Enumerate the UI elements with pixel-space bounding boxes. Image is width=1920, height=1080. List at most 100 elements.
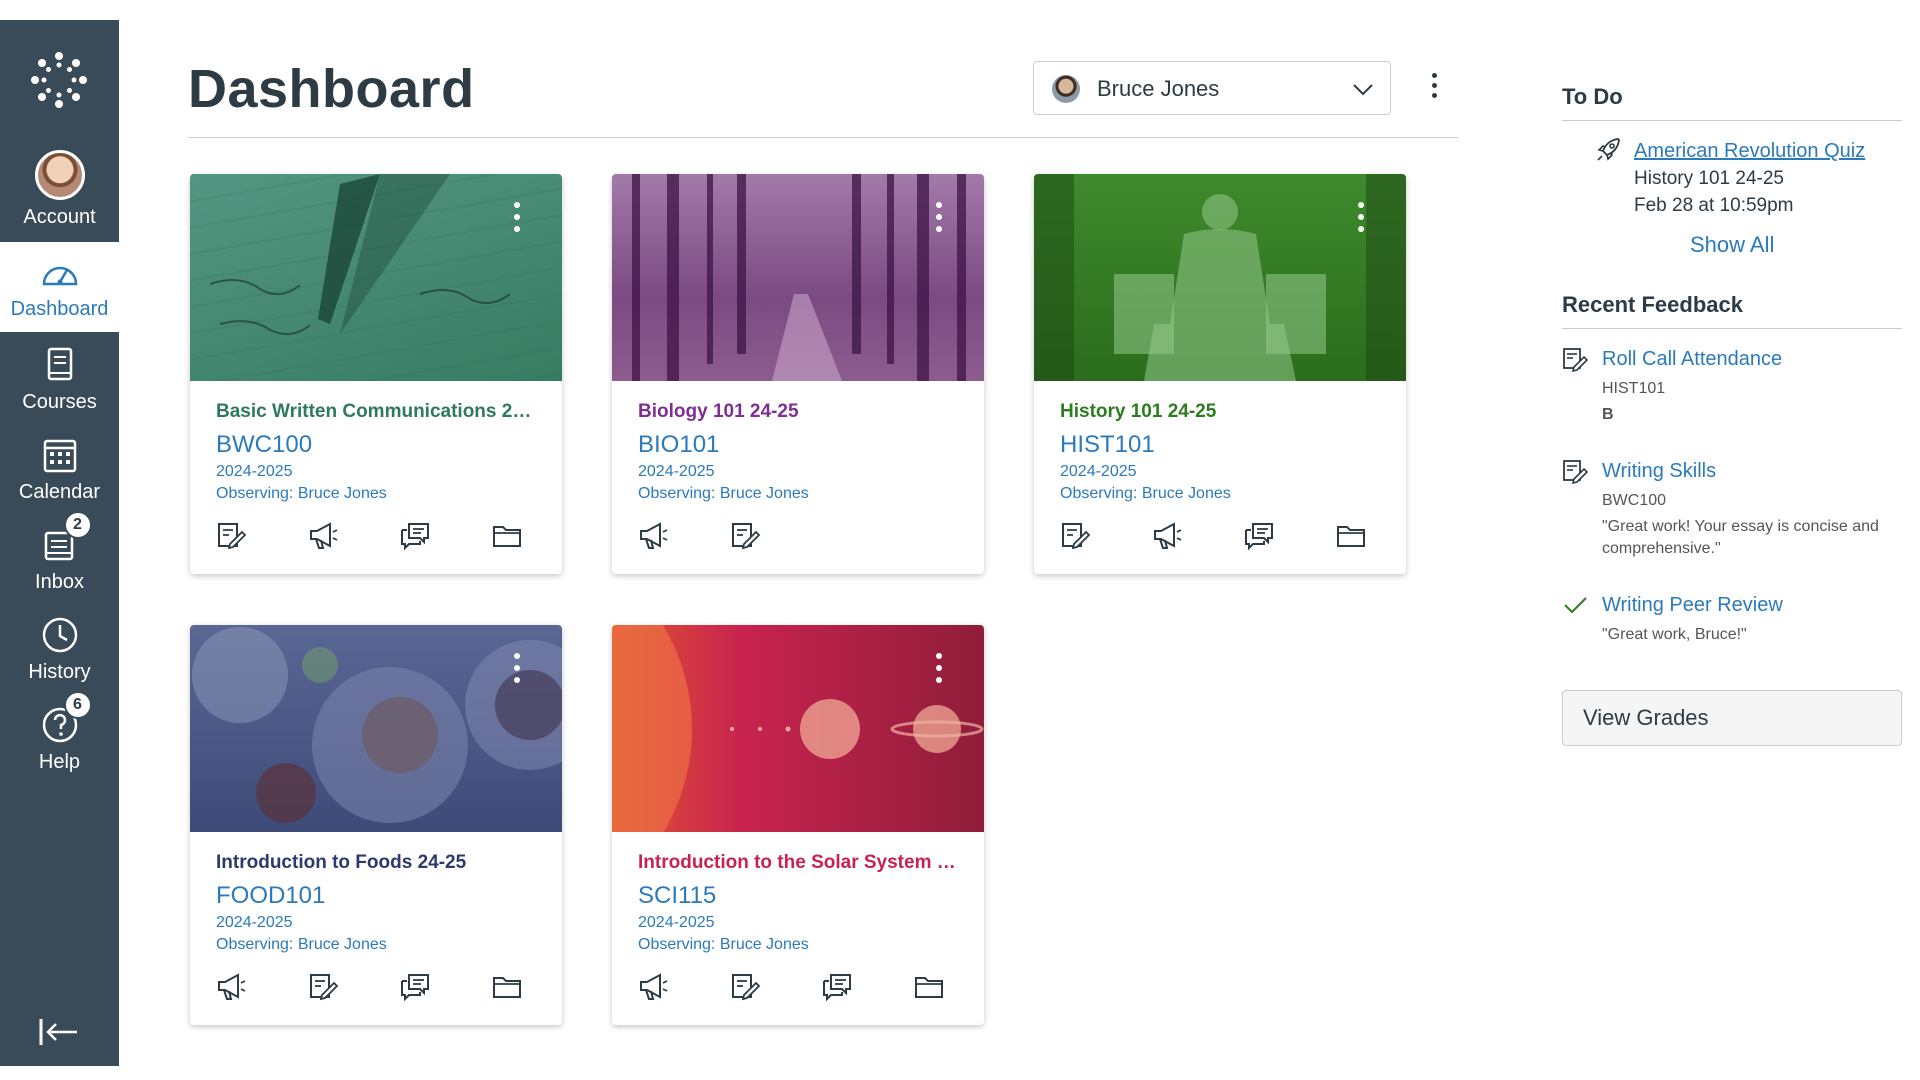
feedback-item-course: BWC100 <box>1602 492 1667 509</box>
card-observing: Observing: Bruce Jones <box>216 936 387 953</box>
solar-system-image <box>612 625 984 832</box>
show-all-link[interactable]: Show All <box>1690 232 1774 258</box>
discussions-icon[interactable] <box>1244 520 1274 551</box>
feedback-item-link[interactable]: Writing Peer Review <box>1602 594 1783 617</box>
todo-divider <box>1562 120 1902 121</box>
dashboard-options-button[interactable] <box>1424 70 1444 106</box>
canvas-logo-icon[interactable] <box>29 50 89 110</box>
header-divider <box>188 137 1458 138</box>
card-term: 2024-2025 <box>638 463 715 480</box>
assignments-icon[interactable] <box>730 520 761 550</box>
course-card-hero[interactable] <box>612 174 984 381</box>
card-title[interactable]: Basic Written Communications 24... <box>216 401 536 423</box>
nav-dashboard[interactable]: Dashboard <box>0 242 119 332</box>
observer-select[interactable]: Bruce Jones <box>1033 61 1391 115</box>
nav-history[interactable]: History <box>0 615 119 705</box>
announcements-icon[interactable] <box>308 520 338 550</box>
course-card-hero[interactable] <box>612 625 984 832</box>
announcements-icon[interactable] <box>638 971 668 1001</box>
nav-account[interactable]: Account <box>0 150 119 240</box>
card-observing: Observing: Bruce Jones <box>638 485 809 502</box>
card-title[interactable]: Introduction to the Solar System 2... <box>638 852 958 874</box>
nav-calendar-label: Calendar <box>18 481 101 503</box>
recent-feedback-heading: Recent Feedback <box>1562 292 1743 317</box>
files-icon[interactable] <box>914 971 944 1001</box>
history-icon <box>40 615 80 655</box>
card-title[interactable]: Biology 101 24-25 <box>638 401 958 423</box>
feedback-item-comment: "Great work, Bruce!" <box>1602 626 1747 643</box>
course-card-food101: Introduction to Foods 24-25 FOOD101 2024… <box>190 625 562 1025</box>
view-grades-button[interactable]: View Grades <box>1562 690 1902 746</box>
files-icon[interactable] <box>492 520 522 550</box>
course-card-hero[interactable] <box>1034 174 1406 381</box>
nav-courses[interactable]: Courses <box>0 345 119 435</box>
account-avatar <box>34 150 85 200</box>
card-term: 2024-2025 <box>216 914 293 931</box>
nav-history-label: History <box>28 661 91 683</box>
checkmark-icon <box>1562 592 1588 618</box>
assignment-icon <box>1562 458 1589 485</box>
course-card-hero[interactable] <box>190 174 562 381</box>
assignments-icon[interactable] <box>1060 520 1091 550</box>
card-options-button[interactable] <box>510 202 524 238</box>
card-observing: Observing: Bruce Jones <box>1060 485 1231 502</box>
card-course-code[interactable]: HIST101 <box>1060 431 1380 459</box>
assignments-icon[interactable] <box>730 971 761 1001</box>
announcements-icon[interactable] <box>1152 520 1182 550</box>
nav-inbox[interactable]: 2 Inbox <box>0 511 119 615</box>
nav-inbox-label: Inbox <box>35 571 84 593</box>
help-badge: 6 <box>63 691 92 719</box>
announcements-icon[interactable] <box>638 520 668 550</box>
files-icon[interactable] <box>492 971 522 1001</box>
todo-heading: To Do <box>1562 84 1623 109</box>
card-options-button[interactable] <box>510 653 524 689</box>
collapse-nav-button[interactable] <box>38 1016 80 1048</box>
discussions-icon[interactable] <box>400 520 430 551</box>
todo-item-link[interactable]: American Revolution Quiz <box>1634 140 1865 163</box>
card-course-code[interactable]: BWC100 <box>216 431 536 459</box>
course-card-bwc100: Basic Written Communications 24... BWC10… <box>190 174 562 574</box>
assignments-icon[interactable] <box>216 520 247 550</box>
dashboard-icon <box>40 256 80 296</box>
card-observing: Observing: Bruce Jones <box>216 485 387 502</box>
chevron-down-icon <box>1353 84 1373 96</box>
feedback-item-link[interactable]: Writing Skills <box>1602 460 1716 483</box>
todo-item-due: Feb 28 at 10:59pm <box>1634 195 1794 216</box>
collapse-arrow-icon <box>39 1019 77 1045</box>
card-options-button[interactable] <box>1354 202 1368 238</box>
global-nav: Account Dashboard Courses Calendar 2 Inb… <box>0 20 119 1066</box>
nav-dashboard-label: Dashboard <box>10 298 109 320</box>
card-term: 2024-2025 <box>638 914 715 931</box>
nav-calendar[interactable]: Calendar <box>0 435 119 525</box>
card-term: 2024-2025 <box>1060 463 1137 480</box>
card-title[interactable]: Introduction to Foods 24-25 <box>216 852 536 874</box>
feedback-item-grade: B <box>1602 406 1614 423</box>
feedback-item-course: HIST101 <box>1602 380 1666 397</box>
card-course-code[interactable]: FOOD101 <box>216 882 536 910</box>
forest-path-image <box>632 174 966 381</box>
nav-help[interactable]: 6 Help <box>0 691 119 795</box>
card-course-code[interactable]: SCI115 <box>638 882 958 910</box>
card-options-button[interactable] <box>932 653 946 689</box>
course-card-sci115: Introduction to the Solar System 2... SC… <box>612 625 984 1025</box>
assignment-icon <box>1562 346 1589 373</box>
inbox-badge: 2 <box>63 511 92 539</box>
files-icon[interactable] <box>1336 520 1366 550</box>
discussions-icon[interactable] <box>822 971 852 1002</box>
quiz-rocket-icon <box>1596 136 1622 162</box>
card-term: 2024-2025 <box>216 463 293 480</box>
discussions-icon[interactable] <box>400 971 430 1002</box>
course-card-hero[interactable] <box>190 625 562 832</box>
course-card-bio101: Biology 101 24-25 BIO101 2024-2025 Obser… <box>612 174 984 574</box>
feedback-divider <box>1562 328 1902 329</box>
card-observing: Observing: Bruce Jones <box>638 936 809 953</box>
card-course-code[interactable]: BIO101 <box>638 431 958 459</box>
page-title: Dashboard <box>188 59 475 119</box>
assignments-icon[interactable] <box>308 971 339 1001</box>
card-options-button[interactable] <box>932 202 946 238</box>
food-plates-image <box>192 627 562 823</box>
lincoln-memorial-image <box>1034 174 1406 381</box>
card-title[interactable]: History 101 24-25 <box>1060 401 1380 423</box>
announcements-icon[interactable] <box>216 971 246 1001</box>
feedback-item-link[interactable]: Roll Call Attendance <box>1602 348 1782 371</box>
